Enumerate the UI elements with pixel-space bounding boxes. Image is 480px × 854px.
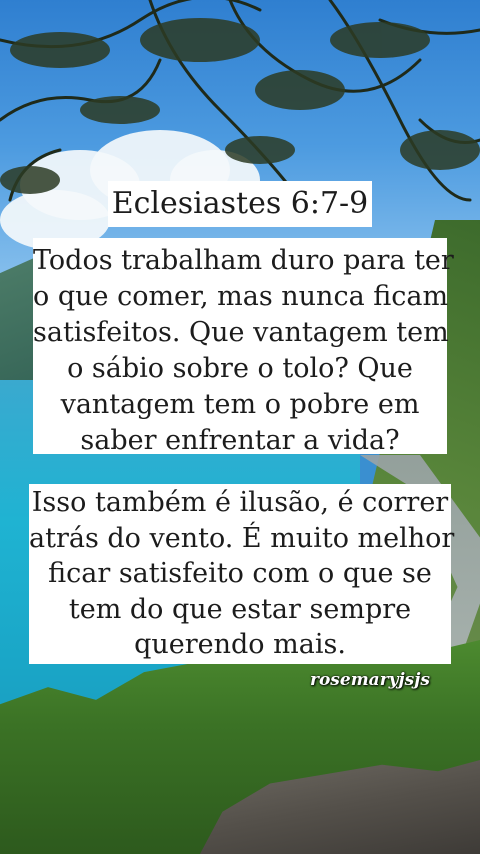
- verse-line: Isso também é ilusão, é correr: [31, 487, 449, 518]
- verse-line: satisfeitos. Que vantagem tem: [33, 317, 449, 348]
- verse-line: o sábio sobre o tolo? Que: [67, 353, 413, 384]
- verse-line: atrás do vento. É muito melhor: [29, 522, 455, 554]
- verse-line: tem do que estar sempre: [68, 593, 412, 625]
- verse-reference: Eclesiastes 6:7-9: [108, 181, 372, 227]
- verse-text-part2: Isso também é ilusão, é correr atrás do …: [29, 484, 455, 664]
- verse-line: querendo mais.: [134, 629, 346, 660]
- verse-line: vantagem tem o pobre em: [60, 389, 420, 420]
- verse-line: ficar satisfeito com o que se: [48, 558, 432, 589]
- author-watermark: rosemaryjsjs: [310, 670, 430, 690]
- verse-text-part1: Todos trabalham duro para ter o que come…: [33, 238, 454, 456]
- verse-line: Todos trabalham duro para ter: [33, 245, 454, 276]
- verse-line: o que comer, mas nunca ficam: [33, 281, 449, 312]
- verse-line: saber enfrentar a vida?: [80, 425, 400, 456]
